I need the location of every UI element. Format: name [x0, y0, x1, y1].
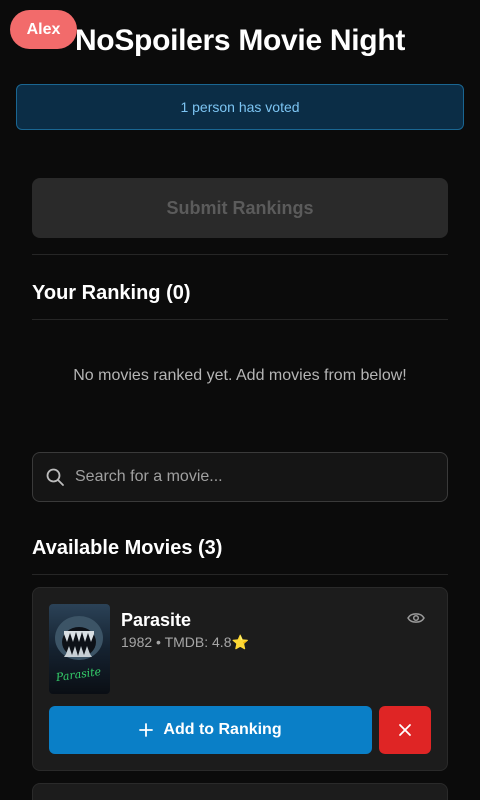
- poster-image: Parasite: [49, 604, 110, 694]
- eye-icon[interactable]: [407, 610, 425, 626]
- submit-rankings-button[interactable]: Submit Rankings: [32, 178, 448, 238]
- plus-icon: [139, 723, 154, 737]
- search-icon: [46, 468, 64, 486]
- your-ranking-heading: Your Ranking (0): [32, 282, 191, 304]
- close-icon: [399, 724, 411, 736]
- vote-status-banner: 1 person has voted: [16, 84, 464, 130]
- add-to-ranking-button[interactable]: Add to Ranking: [49, 706, 372, 754]
- add-to-ranking-label: Add to Ranking: [163, 721, 282, 738]
- search-field[interactable]: [32, 452, 448, 502]
- divider: [32, 574, 448, 575]
- movie-meta: 1982 • TMDB: 4.8⭐: [121, 634, 249, 650]
- movie-poster: Parasite: [49, 604, 110, 694]
- app-page: NoSpoilers Movie Night Alex 1 person has…: [0, 0, 480, 800]
- search-input[interactable]: [75, 453, 447, 501]
- movie-card: [32, 783, 448, 800]
- divider: [32, 254, 448, 255]
- remove-movie-button[interactable]: [379, 706, 431, 754]
- divider: [32, 319, 448, 320]
- available-movies-heading: Available Movies (3): [32, 537, 223, 559]
- movie-card: Parasite Parasite 1982 • TMDB: 4.8⭐ Add …: [32, 587, 448, 771]
- vote-status-text: 1 person has voted: [180, 99, 300, 115]
- ranking-empty-message: No movies ranked yet. Add movies from be…: [73, 367, 407, 384]
- movie-title: Parasite: [121, 610, 192, 630]
- user-avatar-badge[interactable]: Alex: [10, 10, 77, 49]
